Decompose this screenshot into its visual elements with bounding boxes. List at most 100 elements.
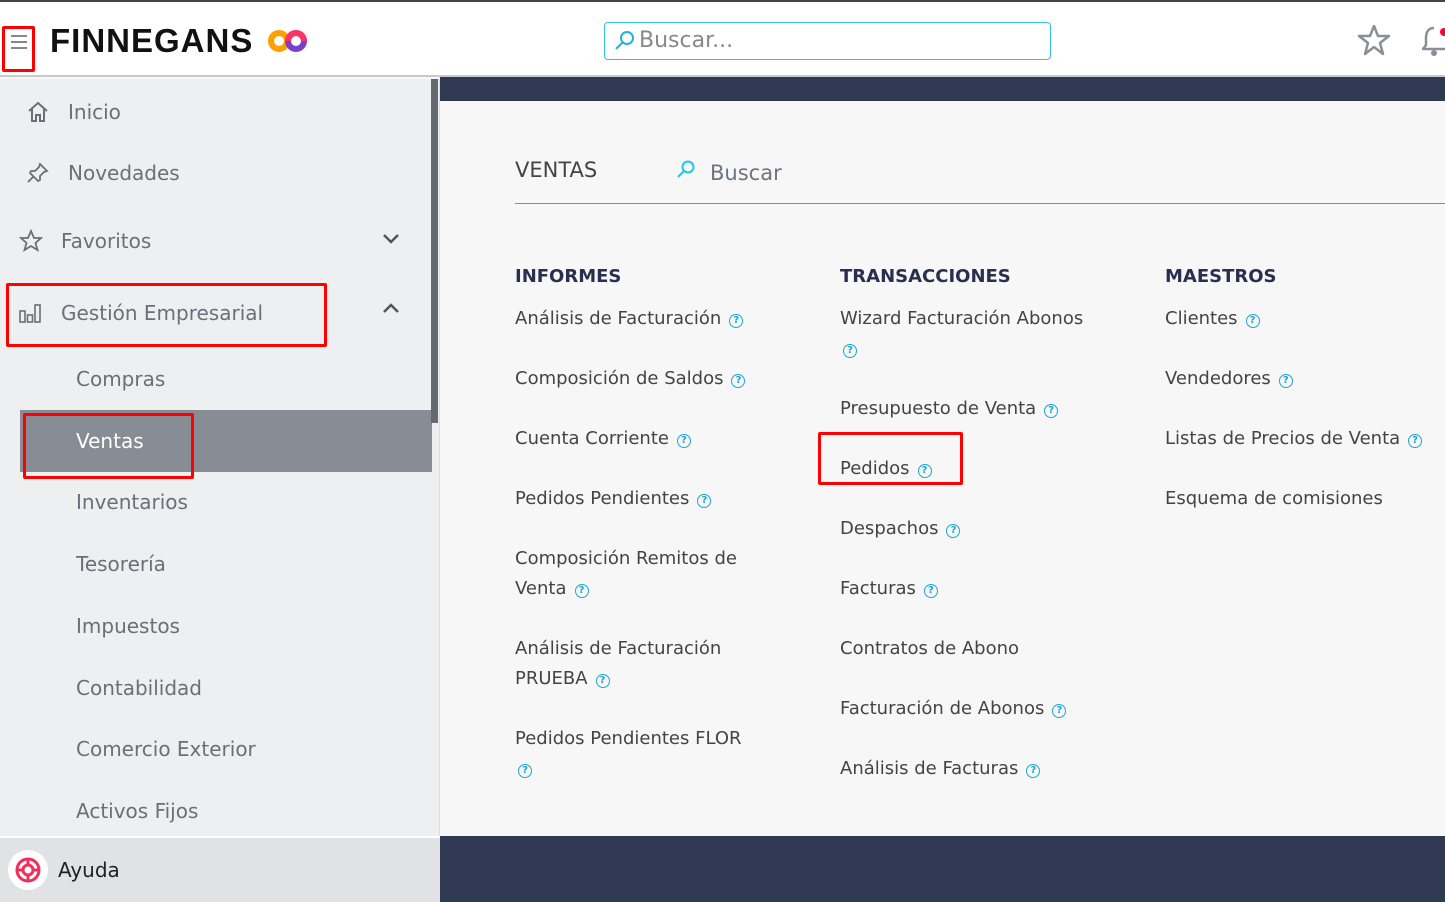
help-circle-icon[interactable]: ?: [843, 344, 857, 358]
sidebar-item-label: Gestión Empresarial: [61, 301, 264, 325]
module-search-placeholder[interactable]: Buscar: [710, 161, 782, 185]
menu-link-label: Presupuesto de Venta: [840, 398, 1037, 419]
favorites-star-icon[interactable]: [1357, 24, 1391, 56]
menu-link-label: Facturación de Abonos: [840, 698, 1045, 719]
search-icon: [615, 31, 634, 50]
menu-link[interactable]: Análisis de Facturación?: [515, 304, 745, 334]
sidebar-item-novedades[interactable]: Novedades: [0, 145, 432, 201]
help-circle-icon[interactable]: ?: [731, 374, 746, 388]
help-circle-icon[interactable]: ?: [1408, 434, 1423, 448]
sidebar-subitem-contabilidad[interactable]: Contabilidad: [0, 660, 432, 716]
help-circle-icon[interactable]: ?: [676, 434, 691, 448]
notifications-bell-icon[interactable]: [1422, 24, 1445, 58]
help-circle-icon[interactable]: ?: [729, 314, 744, 328]
menu-link-label: Análisis de Facturación: [515, 308, 722, 329]
menu-link[interactable]: Presupuesto de Venta?: [840, 394, 1083, 424]
help-circle-icon[interactable]: ?: [574, 584, 589, 598]
menu-link[interactable]: Análisis de Facturas?: [840, 754, 1083, 784]
module-search[interactable]: Buscar: [676, 155, 782, 185]
sidebar-subitem-label: Ventas: [76, 429, 144, 453]
menu-link[interactable]: Pedidos Pendientes?: [515, 484, 745, 514]
help-circle-icon[interactable]: ?: [946, 524, 961, 538]
page-title: VENTAS: [515, 158, 598, 182]
sidebar-item-favoritos[interactable]: Favoritos: [0, 213, 432, 269]
sidebar-subitem-label: Impuestos: [76, 613, 180, 638]
column-heading: INFORMES: [515, 266, 622, 287]
home-icon: [28, 101, 48, 122]
menu-link[interactable]: Despachos?: [840, 514, 1083, 544]
menu-link-label: Wizard Facturación Abonos: [840, 308, 1084, 329]
help-circle-icon[interactable]: ?: [1278, 374, 1293, 388]
menu-link-label: PRUEBA: [515, 668, 588, 689]
menu-link[interactable]: Análisis de Facturación PRUEBA?: [515, 634, 745, 694]
global-search-input[interactable]: [639, 28, 1039, 53]
chevron-up-icon[interactable]: [382, 301, 400, 315]
menu-link-label: Despachos: [840, 518, 939, 539]
logo-mark-icon: [268, 30, 307, 52]
sidebar-subitem-compras[interactable]: Compras: [0, 351, 432, 407]
menu-link-label: Vendedores: [1165, 368, 1271, 389]
menu-link-label: Venta: [515, 578, 567, 599]
menu-column-maestros: MAESTROS Clientes? Vendedores? Listas de Pr…: [1165, 266, 1423, 544]
sidebar-item-label: Favoritos: [61, 229, 152, 253]
menu-link-label: Análisis de Facturación: [515, 638, 722, 659]
menu-link[interactable]: Composición de Saldos?: [515, 364, 746, 394]
hamburger-menu-button[interactable]: [2, 26, 35, 72]
bar-chart-icon: [19, 304, 41, 323]
star-icon: [19, 229, 43, 252]
menu-link[interactable]: Wizard Facturación Abonos?: [840, 304, 1083, 364]
column-heading: TRANSACCIONES: [840, 266, 1011, 287]
help-circle-icon[interactable]: ?: [923, 584, 938, 598]
menu-link-label: Composición Remitos de: [515, 548, 737, 569]
help-label: Ayuda: [58, 858, 120, 882]
menu-link[interactable]: Esquema de comisiones: [1165, 484, 1422, 514]
sidebar-subitem-label: Comercio Exterior: [76, 737, 256, 762]
hero-band: [440, 77, 1445, 101]
lifebuoy-icon: [8, 850, 48, 890]
column-heading: MAESTROS: [1165, 266, 1277, 287]
search-icon: [677, 160, 695, 178]
sidebar-subitem-impuestos[interactable]: Impuestos: [0, 598, 432, 654]
sidebar-item-gestion-empresarial[interactable]: Gestión Empresarial: [0, 285, 432, 341]
menu-link[interactable]: Composición Remitos de Venta?: [515, 544, 745, 604]
help-circle-icon[interactable]: ?: [1245, 314, 1260, 328]
sidebar-subitem-comercio-exterior[interactable]: Comercio Exterior: [0, 721, 432, 777]
footer-band: [440, 836, 1445, 902]
menu-link[interactable]: Clientes?: [1165, 304, 1422, 334]
menu-link[interactable]: Pedidos?: [818, 432, 1083, 485]
sidebar-scrollbar[interactable]: [431, 79, 438, 423]
menu-link[interactable]: Pedidos Pendientes FLOR?: [515, 724, 745, 784]
help-circle-icon[interactable]: ?: [1052, 704, 1067, 718]
help-button[interactable]: Ayuda: [0, 836, 440, 902]
help-circle-icon[interactable]: ?: [595, 674, 610, 688]
menu-link-label: Cuenta Corriente: [515, 428, 669, 449]
chevron-down-icon[interactable]: [382, 231, 400, 245]
help-circle-icon[interactable]: ?: [917, 464, 932, 478]
help-circle-icon[interactable]: ?: [697, 494, 712, 508]
sidebar-subitem-inventarios[interactable]: Inventarios: [0, 474, 432, 530]
sidebar-subitem-ventas[interactable]: Ventas: [20, 410, 432, 472]
sidebar-subitem-tesorería[interactable]: Tesorería: [0, 536, 432, 592]
menu-link[interactable]: Listas de Precios de Venta?: [1165, 424, 1423, 454]
sidebar-subitem-label: Inventarios: [76, 490, 188, 515]
menu-link[interactable]: Cuenta Corriente?: [515, 424, 745, 454]
brand-logo: FINNEGANS: [50, 22, 254, 59]
menu-link[interactable]: Facturación de Abonos?: [840, 694, 1083, 724]
help-circle-icon[interactable]: ?: [518, 764, 532, 778]
help-circle-icon[interactable]: ?: [1026, 764, 1041, 778]
sidebar-subitem-label: Contabilidad: [76, 675, 202, 700]
menu-link-label: Listas de Precios de Venta: [1165, 428, 1401, 449]
sidebar-item-inicio[interactable]: Inicio: [0, 84, 432, 140]
menu-link[interactable]: Contratos de Abono: [840, 634, 1083, 664]
sidebar-subitem-activos-fijos[interactable]: Activos Fijos: [0, 783, 432, 839]
menu-link-label: Pedidos: [840, 458, 910, 479]
menu-link-label: Facturas: [840, 578, 916, 599]
menu-column-transacciones: TRANSACCIONES Wizard Facturación Abonos? P…: [818, 266, 1083, 814]
menu-link[interactable]: Facturas?: [840, 574, 1083, 604]
global-search[interactable]: [604, 22, 1051, 60]
menu-link[interactable]: Vendedores?: [1165, 364, 1422, 394]
sidebar-item-label: Inicio: [68, 100, 121, 124]
sidebar: Inicio Novedades Favoritos Gestión Empre…: [0, 79, 440, 836]
sidebar-subitem-label: Activos Fijos: [76, 798, 199, 823]
help-circle-icon[interactable]: ?: [1044, 404, 1059, 418]
